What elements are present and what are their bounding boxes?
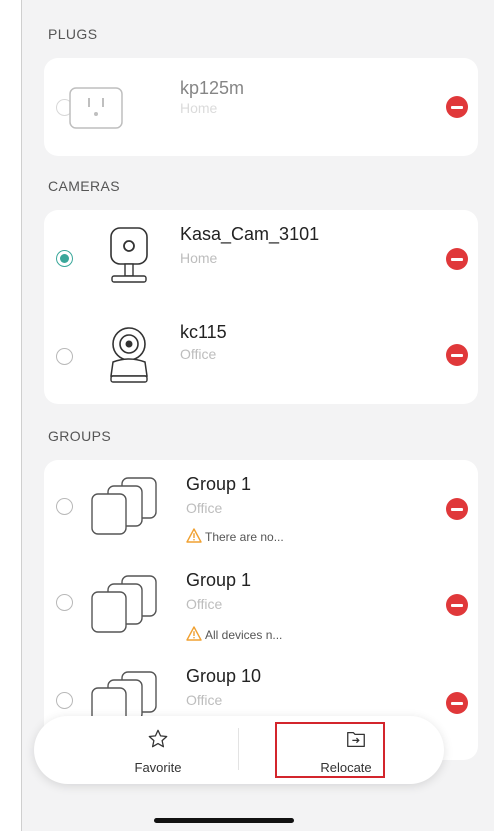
group-stack-icon — [91, 477, 157, 535]
group-name: Group 10 — [186, 666, 262, 686]
warning-icon — [186, 528, 202, 543]
device-name: kc115 — [180, 322, 227, 342]
home-indicator[interactable] — [154, 818, 294, 823]
favorite-label: Favorite — [134, 760, 182, 775]
list-item-camera[interactable]: Kasa_Cam_3101 Home — [44, 210, 478, 306]
bar-divider — [238, 728, 239, 770]
device-name: kp125m — [180, 78, 245, 98]
favorite-button[interactable]: Favorite — [34, 716, 234, 784]
groups-card: Group 1 Office There are no... Group 1 O… — [44, 460, 478, 760]
warning-icon — [186, 626, 202, 641]
group-warning-text: There are no... — [205, 530, 284, 544]
remove-button[interactable] — [446, 344, 468, 366]
device-location: Home — [180, 250, 218, 266]
section-label-plugs: PLUGS — [48, 26, 98, 42]
group-location: Office — [186, 596, 223, 612]
remove-button[interactable] — [446, 96, 468, 118]
group-warning-text: All devices n... — [205, 628, 283, 642]
select-radio[interactable] — [56, 348, 73, 365]
group-stack-icon — [91, 575, 157, 633]
remove-button[interactable] — [446, 248, 468, 270]
remove-button[interactable] — [446, 594, 468, 616]
device-location: Home — [180, 100, 218, 116]
group-name: Group 1 — [186, 474, 252, 494]
pan-tilt-camera-icon — [110, 327, 148, 383]
device-name: Kasa_Cam_3101 — [180, 224, 320, 244]
group-name: Group 1 — [186, 570, 252, 590]
smart-plug-icon — [69, 87, 123, 129]
group-location: Office — [186, 500, 223, 516]
list-item-group[interactable]: Group 1 Office There are no... — [44, 460, 478, 556]
remove-button[interactable] — [446, 692, 468, 714]
star-icon — [148, 729, 168, 748]
plugs-card: kp125m Home — [44, 58, 478, 156]
section-label-cameras: CAMERAS — [48, 178, 121, 194]
list-item-plug[interactable]: kp125m Home — [44, 58, 478, 156]
device-list-screen: PLUGS kp125m Home CAMERAS Kasa_Cam_3101 … — [22, 0, 494, 831]
indoor-camera-icon — [110, 227, 148, 283]
select-radio-checked[interactable] — [56, 250, 73, 267]
list-item-group[interactable]: Group 1 Office All devices n... — [44, 556, 478, 652]
cameras-card: Kasa_Cam_3101 Home kc115 Office — [44, 210, 478, 404]
group-location: Office — [186, 692, 223, 708]
section-label-groups: GROUPS — [48, 428, 112, 444]
list-item-camera[interactable]: kc115 Office — [44, 306, 478, 404]
relocate-highlight-box — [275, 722, 385, 778]
device-location: Office — [180, 346, 217, 362]
remove-button[interactable] — [446, 498, 468, 520]
